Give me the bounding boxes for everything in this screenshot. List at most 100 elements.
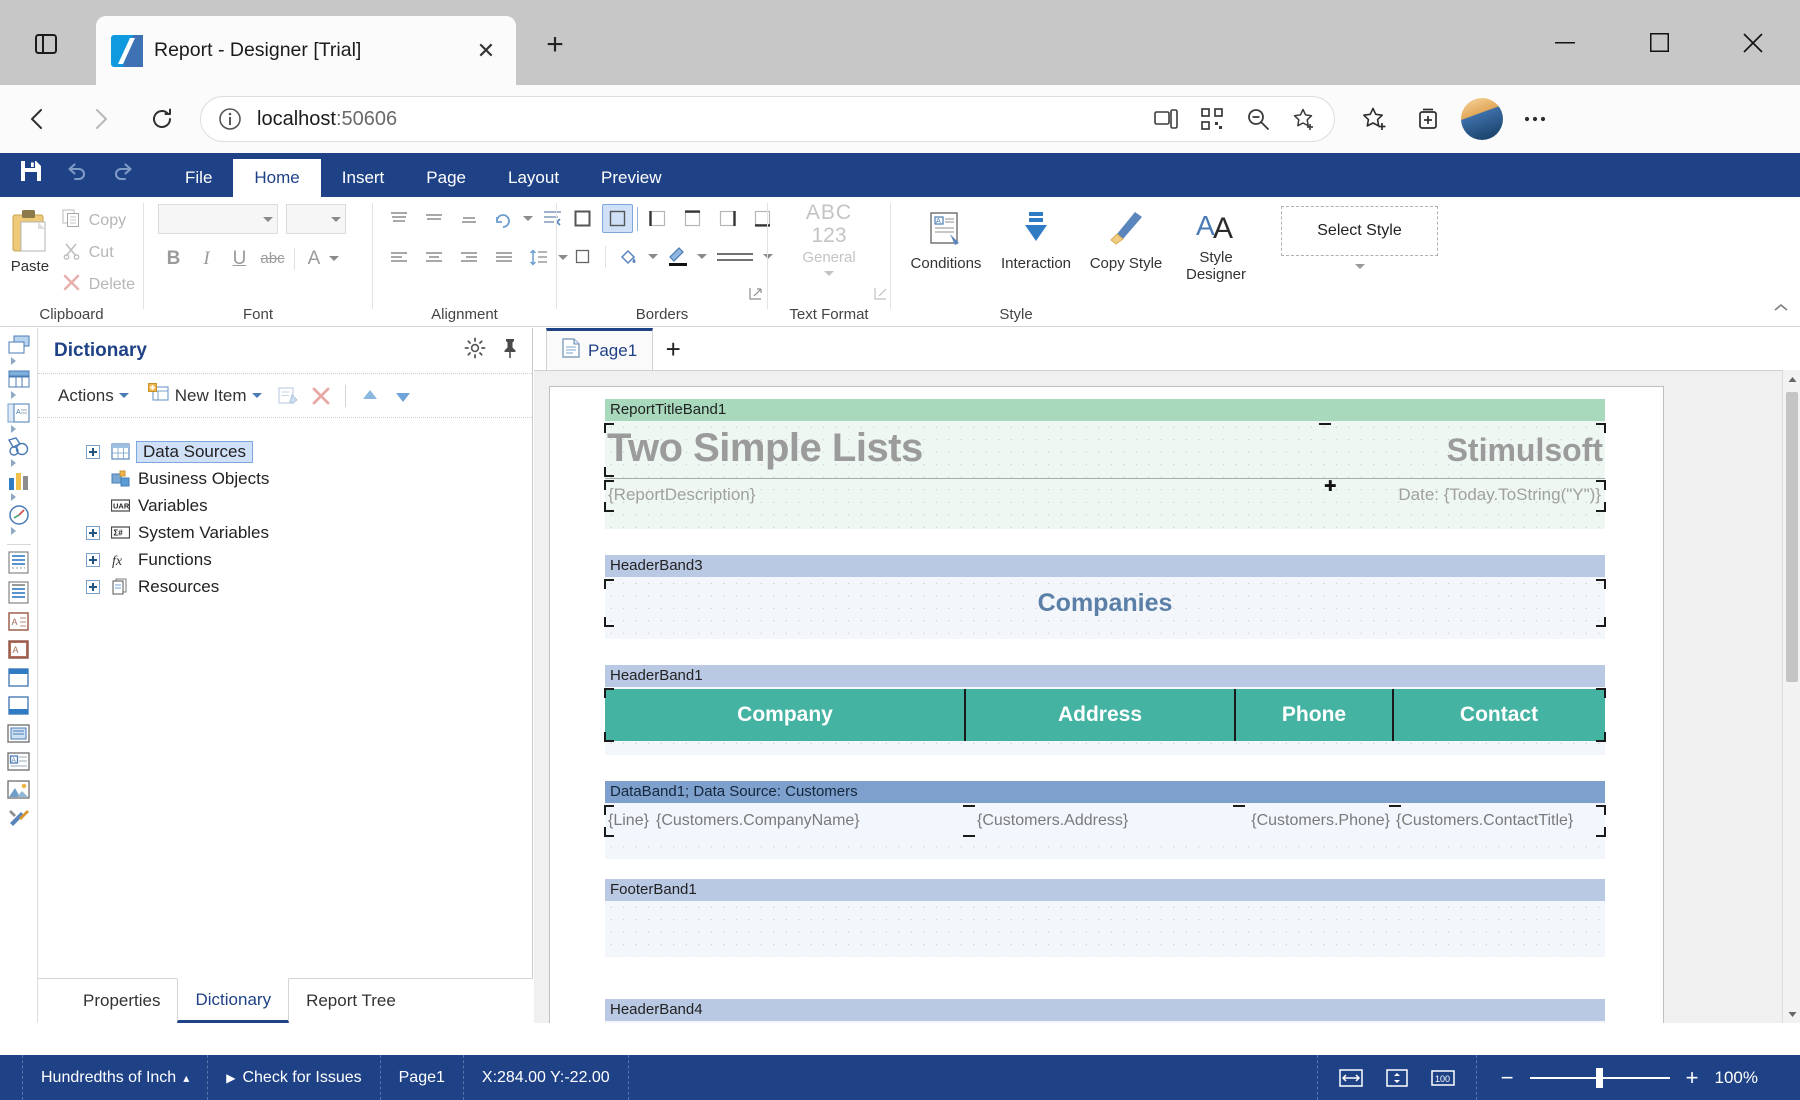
band-header3[interactable]: HeaderBand3 Companies xyxy=(604,555,1606,639)
page-tab-page1[interactable]: Page1 xyxy=(546,328,654,370)
back-icon[interactable] xyxy=(14,95,62,143)
borders-dialog-launcher[interactable] xyxy=(749,287,763,301)
cast-device-icon[interactable] xyxy=(1146,99,1186,139)
resize-handle[interactable] xyxy=(1596,617,1606,627)
toolbox-datatext-icon[interactable] xyxy=(2,551,36,575)
resize-handle[interactable] xyxy=(604,617,614,627)
ribbon-tab-home[interactable]: Home xyxy=(233,159,321,197)
cut-button[interactable]: Cut xyxy=(54,238,143,268)
border-none-icon[interactable] xyxy=(602,204,633,233)
site-info-icon[interactable] xyxy=(217,106,243,132)
interaction-button[interactable]: Interaction xyxy=(993,204,1079,272)
ribbon-collapse-icon[interactable] xyxy=(1770,297,1792,319)
fill-color-icon[interactable] xyxy=(613,242,644,271)
scroll-up-icon[interactable] xyxy=(1783,370,1800,388)
page-width-view-icon[interactable] xyxy=(1335,1065,1367,1091)
copy-button[interactable]: Copy xyxy=(54,206,143,236)
forward-icon[interactable] xyxy=(76,95,124,143)
tab-close-icon[interactable]: ✕ xyxy=(470,35,502,67)
resize-handle[interactable] xyxy=(1596,827,1606,837)
check-for-issues-button[interactable]: ▶ Check for Issues xyxy=(208,1055,381,1100)
resize-handle[interactable] xyxy=(604,732,614,742)
more-options-icon[interactable] xyxy=(1513,97,1557,141)
band-report-title[interactable]: ReportTitleBand1 Two Simple Lists Stimul… xyxy=(604,399,1606,529)
line-spacing-icon[interactable] xyxy=(523,243,554,272)
bold-button[interactable]: B xyxy=(158,244,189,273)
border-color-icon[interactable] xyxy=(662,242,693,271)
text-format-dialog-launcher[interactable] xyxy=(874,287,888,301)
window-close-button[interactable] xyxy=(1706,0,1800,85)
resize-handle[interactable] xyxy=(1596,579,1606,589)
gear-icon[interactable] xyxy=(464,337,486,364)
tree-item-functions[interactable]: fx Functions xyxy=(86,546,532,573)
zoom-out-button[interactable]: − xyxy=(1501,1066,1514,1089)
save-icon[interactable] xyxy=(8,149,54,193)
align-middle-icon[interactable] xyxy=(418,204,449,233)
text-format-preview[interactable]: ABC 123 General xyxy=(802,201,856,276)
chevron-down-icon[interactable] xyxy=(1354,264,1365,269)
expand-icon[interactable] xyxy=(86,525,100,540)
ribbon-tab-layout[interactable]: Layout xyxy=(487,159,580,197)
move-handle[interactable]: ✚ xyxy=(1324,479,1337,494)
report-canvas[interactable]: ReportTitleBand1 Two Simple Lists Stimul… xyxy=(534,370,1800,1023)
toolbox-shapes-icon[interactable] xyxy=(2,436,36,470)
toolbox-charts-icon[interactable] xyxy=(2,470,36,504)
expand-icon[interactable] xyxy=(86,579,100,594)
new-item-menu-button[interactable]: New Item xyxy=(140,381,270,411)
table-header-cell-phone[interactable]: Phone xyxy=(1234,689,1393,741)
strikethrough-button[interactable]: abc xyxy=(257,244,288,273)
select-style-combo[interactable]: Select Style xyxy=(1281,206,1438,256)
tree-item-system-variables[interactable]: Σ# System Variables xyxy=(86,519,532,546)
resize-handle[interactable] xyxy=(1392,689,1394,741)
whole-page-view-icon[interactable] xyxy=(1381,1065,1413,1091)
border-right-icon[interactable] xyxy=(712,204,743,233)
chevron-down-icon[interactable] xyxy=(648,254,658,259)
band-data1[interactable]: DataBand1; Data Source: Customers {Line}… xyxy=(604,781,1606,859)
reload-icon[interactable] xyxy=(138,95,186,143)
resize-handle[interactable] xyxy=(1389,805,1401,807)
chevron-right-icon[interactable] xyxy=(10,391,16,399)
report-date-textbox[interactable]: ✚ Date: {Today.ToString("Y")} xyxy=(1285,479,1606,512)
tree-item-business-objects[interactable]: Business Objects xyxy=(86,465,532,492)
resize-handle[interactable] xyxy=(604,579,614,589)
toolbox-bands-icon[interactable] xyxy=(2,334,36,368)
toolbox-text-components-icon[interactable]: A xyxy=(2,402,36,436)
tab-dictionary[interactable]: Dictionary xyxy=(177,978,290,1023)
chevron-down-icon[interactable] xyxy=(329,256,339,261)
move-up-icon[interactable] xyxy=(355,381,385,411)
chevron-right-icon[interactable] xyxy=(10,493,16,501)
report-description-textbox[interactable]: {ReportDescription} xyxy=(604,480,1285,512)
underline-button[interactable]: U xyxy=(224,244,255,273)
band-header4[interactable]: HeaderBand4 Products xyxy=(605,999,1605,1023)
expand-icon[interactable] xyxy=(86,552,100,567)
chevron-right-icon[interactable] xyxy=(10,459,16,467)
band-body[interactable] xyxy=(605,901,1605,957)
resize-handle[interactable] xyxy=(964,689,966,741)
toolbox-cross-bands-icon[interactable] xyxy=(2,368,36,402)
units-selector[interactable]: Hundredths of Inch ▴ xyxy=(22,1055,209,1100)
resize-handle[interactable] xyxy=(604,827,614,837)
chevron-right-icon[interactable] xyxy=(10,425,16,433)
companies-title-textbox[interactable]: Companies xyxy=(604,579,1606,627)
table-header-cell-address[interactable]: Address xyxy=(964,689,1235,741)
scrollbar-thumb[interactable] xyxy=(1786,392,1798,682)
ribbon-tab-insert[interactable]: Insert xyxy=(321,159,406,197)
chevron-down-icon[interactable] xyxy=(523,216,533,221)
add-favorite-icon[interactable] xyxy=(1284,99,1324,139)
text-rotate-icon[interactable] xyxy=(488,204,519,233)
tree-item-data-sources[interactable]: Data Sources xyxy=(86,438,532,465)
data-cell-company-name[interactable]: {Customers.CompanyName} xyxy=(653,806,965,836)
band-body[interactable]: Companies xyxy=(604,577,1606,639)
zoom-in-button[interactable]: + xyxy=(1686,1066,1699,1089)
new-tab-button[interactable]: + xyxy=(534,24,576,66)
data-cell-contact-title[interactable]: {Customers.ContactTitle} xyxy=(1389,805,1606,837)
style-designer-button[interactable]: A A Style Designer xyxy=(1173,204,1259,283)
table-header-cell-contact[interactable]: Contact xyxy=(1392,688,1606,742)
toolbox-gauges-icon[interactable] xyxy=(2,504,36,538)
resize-handle[interactable] xyxy=(1596,688,1606,698)
address-bar[interactable]: localhost:50606 xyxy=(200,96,1335,142)
data-cell-line[interactable]: {Line} xyxy=(604,805,653,837)
font-color-button[interactable]: A xyxy=(301,244,327,273)
actions-menu-button[interactable]: Actions xyxy=(50,381,137,411)
resize-handle[interactable] xyxy=(963,835,975,837)
